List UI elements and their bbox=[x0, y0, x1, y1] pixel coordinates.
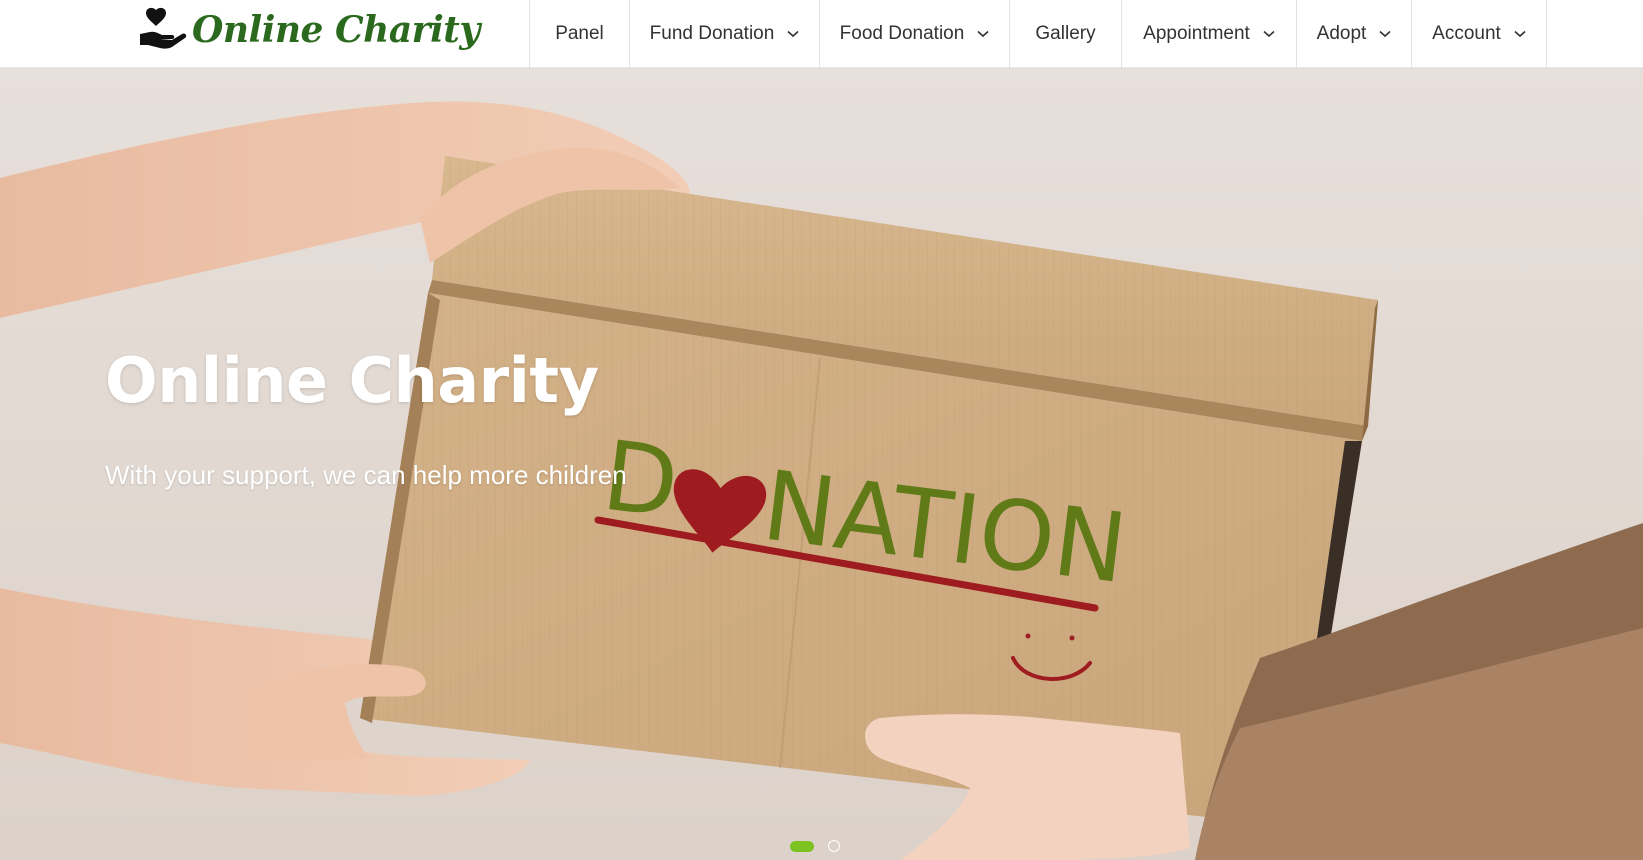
logo-text: Online Charity bbox=[192, 9, 480, 51]
nav-item-account[interactable]: Account bbox=[1411, 0, 1547, 68]
hero-subtitle: With your support, we can help more chil… bbox=[105, 460, 627, 490]
hero-slider: D NATION Online Charity With your suppor… bbox=[0, 68, 1643, 860]
site-logo[interactable]: Online Charity bbox=[138, 2, 480, 58]
nav-item-panel[interactable]: Panel bbox=[529, 0, 629, 68]
nav-item-fund-donation[interactable]: Fund Donation bbox=[629, 0, 819, 68]
slider-dot[interactable] bbox=[828, 840, 840, 852]
nav-item-label: Appointment bbox=[1143, 23, 1250, 44]
slider-pagination bbox=[790, 840, 840, 852]
chevron-down-icon bbox=[1514, 30, 1526, 38]
chevron-down-icon bbox=[1379, 30, 1391, 38]
nav-item-label: Fund Donation bbox=[649, 23, 775, 44]
site-header: Online Charity Panel Fund Donation Food … bbox=[0, 0, 1643, 68]
chevron-down-icon bbox=[977, 30, 989, 38]
nav-item-label: Panel bbox=[555, 23, 604, 44]
main-nav: Panel Fund Donation Food Donation Galler… bbox=[529, 0, 1547, 68]
heart-in-hand-icon bbox=[140, 7, 187, 49]
nav-item-food-donation[interactable]: Food Donation bbox=[819, 0, 1009, 68]
slider-dot-active[interactable] bbox=[790, 840, 814, 852]
chevron-down-icon bbox=[787, 30, 799, 38]
nav-item-gallery[interactable]: Gallery bbox=[1009, 0, 1121, 68]
chevron-down-icon bbox=[1263, 30, 1275, 38]
nav-item-label: Gallery bbox=[1035, 23, 1096, 44]
nav-item-adopt[interactable]: Adopt bbox=[1296, 0, 1411, 68]
nav-item-appointment[interactable]: Appointment bbox=[1121, 0, 1296, 68]
hero-title: Online Charity bbox=[105, 344, 599, 417]
nav-item-label: Adopt bbox=[1316, 23, 1367, 44]
nav-item-label: Account bbox=[1432, 23, 1501, 44]
nav-item-label: Food Donation bbox=[839, 23, 965, 44]
